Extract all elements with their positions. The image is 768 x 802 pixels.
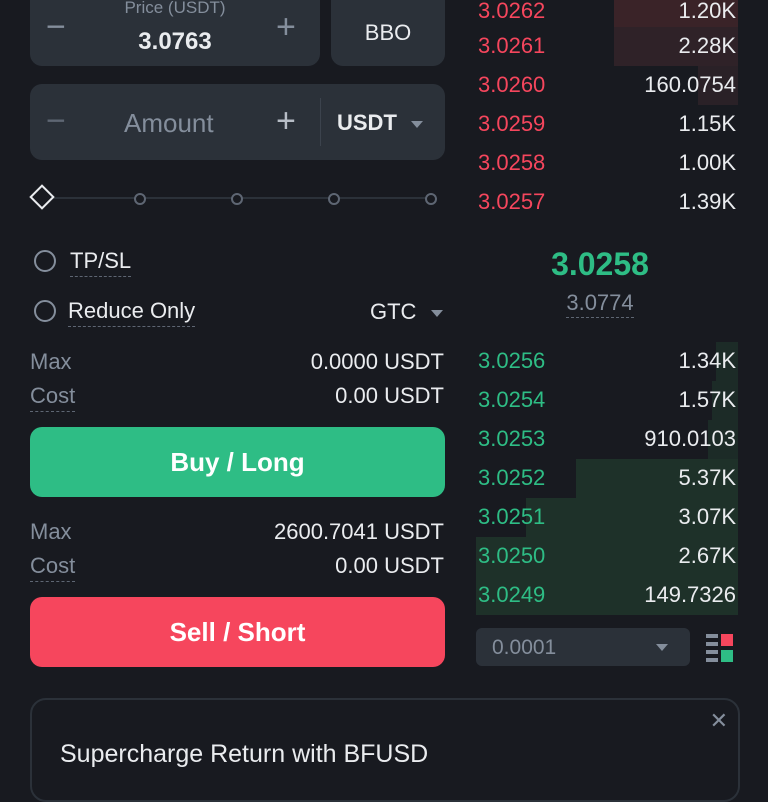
ask-qty: 160.0754 — [644, 72, 736, 97]
reduce-only-label[interactable]: Reduce Only — [68, 298, 196, 327]
slider-mark-75[interactable] — [328, 193, 340, 205]
ask-price: 3.0260 — [478, 72, 546, 97]
tpsl-label[interactable]: TP/SL — [70, 248, 132, 277]
layout-bar — [706, 634, 718, 638]
tpsl-radio[interactable] — [34, 250, 56, 272]
bid-price: 3.0256 — [478, 348, 546, 373]
buy-cost-value: 0.00 USDT — [335, 383, 444, 408]
buy-max-value: 0.0000 USDT — [310, 349, 444, 374]
ask-qty: 1.20K — [678, 0, 737, 23]
buy-cost-label[interactable]: Cost — [30, 383, 76, 412]
tick-size-select[interactable]: 0.0001 — [476, 628, 690, 666]
slider-mark-100[interactable] — [425, 193, 437, 205]
time-in-force-select[interactable]: GTC — [370, 299, 443, 325]
bid-qty: 2.67K — [678, 543, 737, 568]
bid-price: 3.0249 — [478, 582, 546, 607]
caret-down-icon — [656, 644, 668, 651]
bid-row[interactable]: 3.0252 5.37K — [476, 459, 738, 498]
ask-row[interactable]: 3.0259 1.15K — [476, 105, 738, 144]
ask-qty: 2.28K — [678, 33, 737, 58]
layout-bar — [706, 650, 718, 654]
reduce-only-radio[interactable] — [34, 300, 56, 322]
amount-unit-select[interactable]: USDT — [337, 110, 424, 136]
bid-price: 3.0250 — [478, 543, 546, 568]
bid-qty: 1.57K — [678, 387, 737, 412]
caret-down-icon — [430, 309, 443, 317]
amount-input-box[interactable]: − Amount + USDT — [30, 84, 445, 160]
mark-price-value: 3.0774 — [566, 290, 634, 318]
bid-row[interactable]: 3.0250 2.67K — [476, 537, 738, 576]
time-in-force-value: GTC — [370, 299, 417, 324]
promo-card[interactable]: Supercharge Return with BFUSD ✕ — [30, 698, 740, 802]
ask-qty: 1.15K — [678, 111, 737, 136]
layout-bar — [706, 658, 718, 662]
bid-price: 3.0254 — [478, 387, 546, 412]
mark-price[interactable]: 3.0774 — [476, 290, 724, 318]
ask-price: 3.0261 — [478, 33, 546, 58]
bid-qty: 149.7326 — [644, 582, 736, 607]
amount-unit-label: USDT — [337, 110, 397, 135]
ask-price: 3.0257 — [478, 189, 546, 214]
bid-row[interactable]: 3.0253 910.0103 — [476, 420, 738, 459]
orderbook-layout-icon[interactable] — [706, 634, 734, 662]
bid-row[interactable]: 3.0254 1.57K — [476, 381, 738, 420]
close-icon[interactable]: ✕ — [710, 708, 728, 734]
ask-row[interactable]: 3.0261 2.28K — [476, 27, 738, 66]
price-input-box[interactable]: − Price (USDT) 3.0763 + — [30, 0, 320, 66]
bid-qty: 3.07K — [678, 504, 737, 529]
amount-placeholder[interactable]: Amount — [124, 108, 214, 139]
price-increment-button[interactable]: + — [276, 10, 296, 44]
ask-row[interactable]: 3.0260 160.0754 — [476, 66, 738, 105]
amount-divider — [320, 98, 321, 146]
ask-price: 3.0258 — [478, 150, 546, 175]
bid-row[interactable]: 3.0249 149.7326 — [476, 576, 738, 615]
slider-mark-50[interactable] — [231, 193, 243, 205]
bid-row[interactable]: 3.0256 1.34K — [476, 342, 738, 381]
bid-qty: 5.37K — [678, 465, 737, 490]
amount-increment-button[interactable]: + — [276, 104, 296, 138]
ask-price: 3.0259 — [478, 111, 546, 136]
sell-cost-label[interactable]: Cost — [30, 553, 76, 582]
sell-short-button[interactable]: Sell / Short — [30, 597, 445, 667]
bid-price: 3.0253 — [478, 426, 546, 451]
caret-down-icon — [411, 120, 424, 128]
bid-row[interactable]: 3.0251 3.07K — [476, 498, 738, 537]
ask-qty: 1.39K — [678, 189, 737, 214]
layout-bar — [706, 642, 718, 646]
sell-max-label: Max — [30, 519, 72, 544]
bid-qty: 910.0103 — [644, 426, 736, 451]
tick-size-value: 0.0001 — [492, 636, 557, 659]
bbo-button[interactable]: BBO — [331, 0, 445, 66]
layout-bid-block — [721, 650, 733, 662]
last-price: 3.0258 — [551, 246, 649, 282]
bid-price: 3.0251 — [478, 504, 546, 529]
amount-decrement-button[interactable]: − — [46, 104, 66, 138]
ask-price: 3.0262 — [478, 0, 546, 23]
ask-qty: 1.00K — [678, 150, 737, 175]
bbo-label: BBO — [364, 20, 412, 45]
sell-max-value: 2600.7041 USDT — [274, 519, 444, 544]
ask-row[interactable]: 3.0258 1.00K — [476, 144, 738, 183]
layout-ask-block — [721, 634, 733, 646]
promo-title: Supercharge Return with BFUSD — [60, 740, 429, 768]
bid-qty: 1.34K — [678, 348, 737, 373]
ask-row[interactable]: 3.0257 1.39K — [476, 183, 738, 222]
slider-mark-25[interactable] — [134, 193, 146, 205]
buy-max-label: Max — [30, 349, 72, 374]
sell-cost-value: 0.00 USDT — [335, 553, 444, 578]
bid-price: 3.0252 — [478, 465, 546, 490]
buy-long-button[interactable]: Buy / Long — [30, 427, 445, 497]
